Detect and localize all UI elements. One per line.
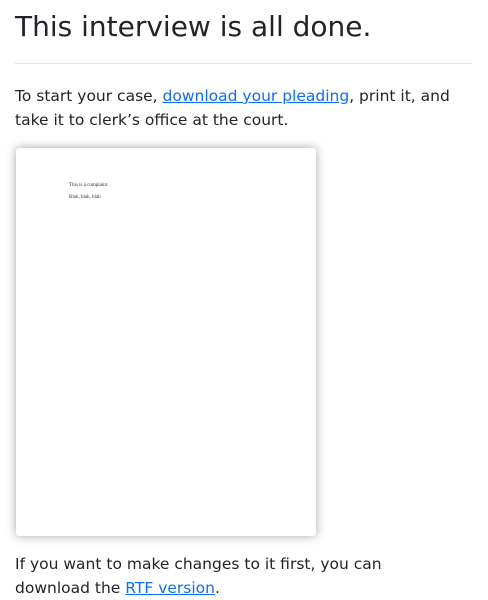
document-preview[interactable]: This is a complaint. Blah, blah, blah <box>16 148 316 536</box>
preview-line-1: This is a complaint. <box>69 183 109 188</box>
preview-line-2: Blah, blah, blah <box>69 195 101 200</box>
divider <box>15 63 472 64</box>
download-pleading-link[interactable]: download your pleading <box>163 87 350 105</box>
outro-text: If you want to make changes to it first,… <box>15 552 435 600</box>
intro-text: To start your case, download your pleadi… <box>15 84 475 132</box>
rtf-version-link[interactable]: RTF version <box>125 579 215 597</box>
outro-after: . <box>214 579 220 597</box>
page-title: This interview is all done. <box>15 10 372 43</box>
intro-before: To start your case, <box>15 87 163 105</box>
